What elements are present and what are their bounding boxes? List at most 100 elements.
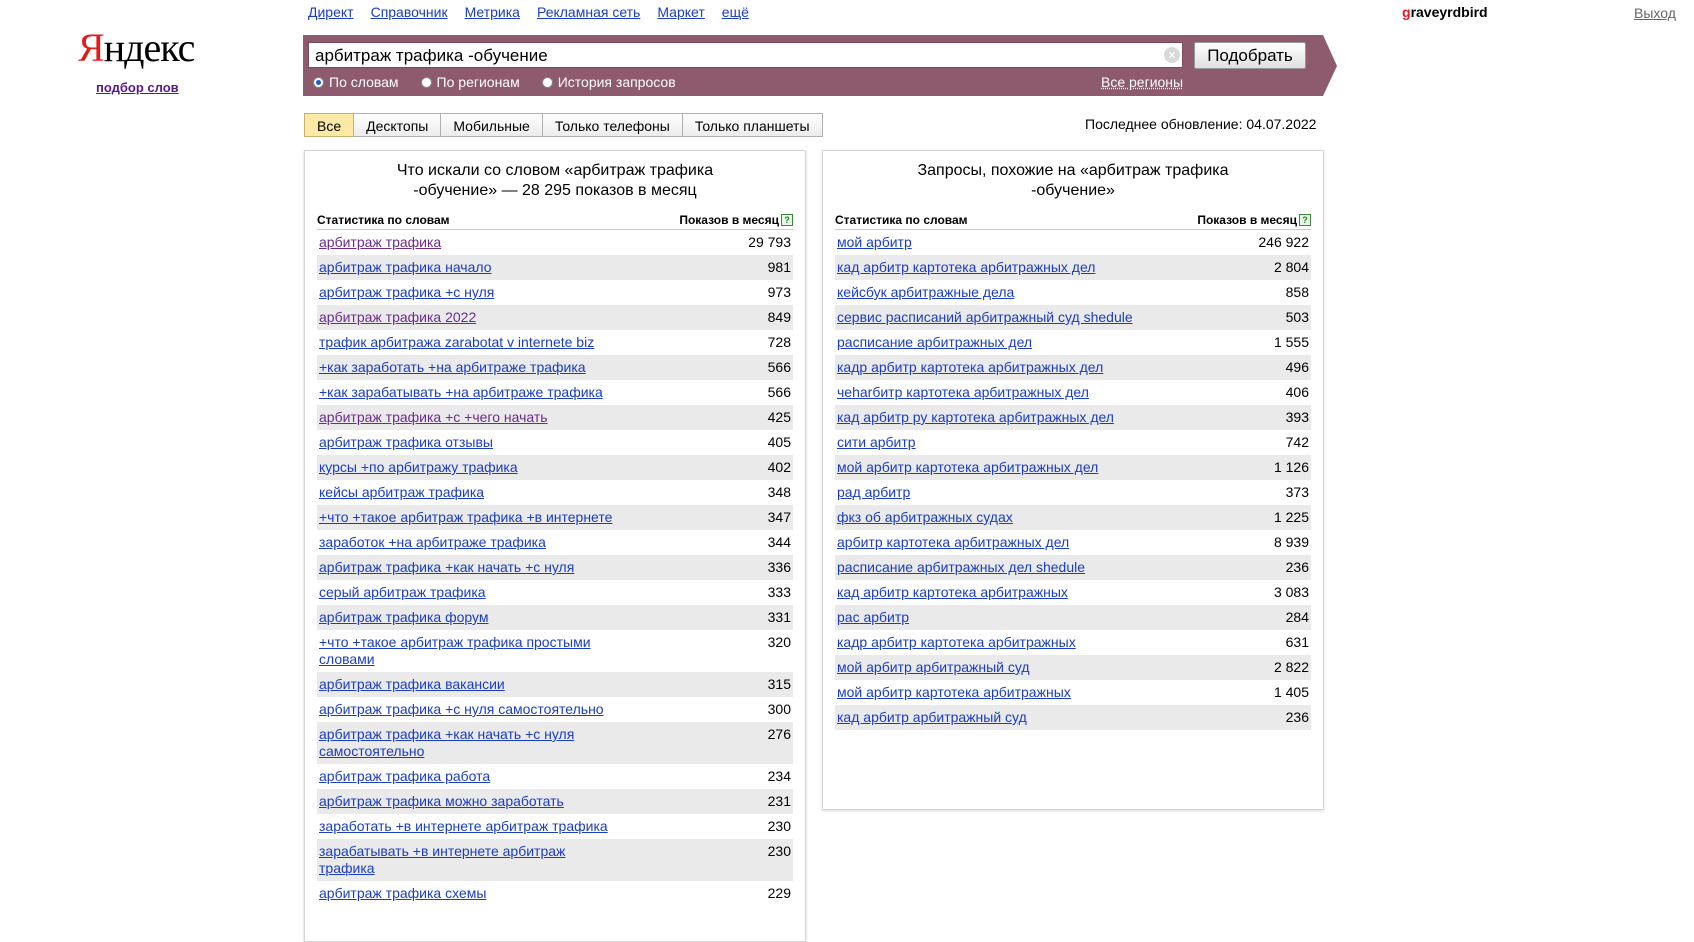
query-link[interactable]: заработать +в интернете арбитраж трафика [317,814,610,839]
clear-icon[interactable]: × [1164,47,1180,63]
search-bar-arrow [1323,35,1337,96]
radio-icon[interactable] [541,76,553,88]
query-link[interactable]: расписание арбитражных дел shedule [835,555,1087,580]
column-impressions-label: Показов в месяц [679,213,779,227]
tab-desktops[interactable]: Десктопы [354,113,442,137]
query-link[interactable]: арбитраж трафика +с нуля самостоятельно [317,697,606,722]
radio-by-words[interactable]: По словам [313,74,399,90]
radio-icon[interactable] [313,76,324,88]
table-row: кейсбук арбитражные дела 858 [835,280,1311,305]
nav-ad-network[interactable]: Рекламная сеть [537,4,640,20]
impressions-count: 1 555 [1273,334,1309,350]
query-link[interactable]: мой арбитр [835,230,914,255]
query-link[interactable]: +что +такое арбитраж трафика +в интернет… [317,505,614,530]
column-stats-label: Статистика по словам [317,213,450,227]
nav-help[interactable]: Справочник [371,4,448,20]
query-link[interactable]: +что +такое арбитраж трафика простыми сл… [317,630,621,672]
impressions-count: 973 [767,284,791,300]
query-link[interactable]: арбитраж трафика +как начать +с нуля сам… [317,722,621,764]
query-link[interactable]: арбитраж трафика [317,230,443,255]
user-name[interactable]: graveyrdbird [1402,4,1488,20]
query-link[interactable]: арбитраж трафика отзывы [317,430,495,455]
tab-phones-only[interactable]: Только телефоны [542,113,683,137]
impressions-count: 276 [767,726,791,742]
logout-link[interactable]: Выход [1634,5,1676,21]
all-regions-link[interactable]: Все регионы [1101,74,1183,90]
query-link[interactable]: арбитраж трафика начало [317,255,493,280]
query-link[interactable]: +как заработать +на арбитраже трафика [317,355,588,380]
impressions-count: 234 [767,768,791,784]
search-input[interactable]: арбитраж трафика -обучение [308,42,1183,68]
radio-by-regions[interactable]: По регионам [420,74,520,90]
query-link[interactable]: сервис расписаний арбитражный суд shedul… [835,305,1135,330]
query-link[interactable]: чеharбитр картотека арбитражных дел [835,380,1091,405]
query-link[interactable]: арбитраж трафика можно заработать [317,789,566,814]
impressions-count: 8 939 [1273,534,1309,550]
query-link[interactable]: курсы +по арбитражу трафика [317,455,520,480]
table-row: заработок +на арбитраже трафика 344 [317,530,793,555]
query-link[interactable]: +как зарабатывать +на арбитраже трафика [317,380,605,405]
device-tabs: Все Десктопы Мобильные Только телефоны Т… [304,113,823,137]
query-link[interactable]: арбитраж трафика работа [317,764,492,789]
impressions-count: 315 [767,676,791,692]
query-link[interactable]: кейсы арбитраж трафика [317,480,486,505]
impressions-count: 230 [767,843,791,859]
query-link[interactable]: арбитраж трафика форум [317,605,490,630]
query-link[interactable]: кад арбитр арбитражный суд [835,705,1029,730]
query-link[interactable]: кейсбук арбитражные дела [835,280,1016,305]
radio-history[interactable]: История запросов [541,74,676,90]
query-link[interactable]: сити арбитр [835,430,918,455]
query-link[interactable]: кад арбитр картотека арбитражных дел [835,255,1097,280]
query-link[interactable]: заработок +на арбитраже трафика [317,530,548,555]
impressions-count: 425 [767,409,791,425]
column-impressions: Показов в месяц? [1197,213,1311,227]
nav-direct[interactable]: Директ [308,4,354,20]
table-row: +как зарабатывать +на арбитраже трафика 5… [317,380,793,405]
nav-metrika[interactable]: Метрика [465,4,520,20]
query-link[interactable]: мой арбитр картотека арбитражных [835,680,1073,705]
query-link[interactable]: арбитраж трафика +как начать +с нуля [317,555,576,580]
query-link[interactable]: кад арбитр ру картотека арбитражных дел [835,405,1116,430]
nav-market[interactable]: Маркет [657,4,704,20]
query-link[interactable]: арбитраж трафика схемы [317,881,488,906]
column-impressions: Показов в месяц? [679,213,793,227]
yandex-logo[interactable]: Яндекс [78,28,195,68]
query-link[interactable]: кад арбитр картотека арбитражных [835,580,1070,605]
tab-tablets-only[interactable]: Только планшеты [682,113,823,137]
query-link[interactable]: арбитраж трафика +с +чего начать [317,405,550,430]
impressions-count: 236 [1285,709,1309,725]
query-link[interactable]: рас арбитр [835,605,911,630]
query-link[interactable]: кадр арбитр картотека арбитражных дел [835,355,1105,380]
table-row: зарабатывать +в интернете арбитраж трафи… [317,839,793,881]
query-link[interactable]: серый арбитраж трафика [317,580,488,605]
impressions-count: 300 [767,701,791,717]
impressions-count: 858 [1285,284,1309,300]
user-first-letter: g [1402,4,1411,20]
query-link[interactable]: арбитраж трафика +с нуля [317,280,496,305]
query-link[interactable]: арбитраж трафика 2022 [317,305,478,330]
query-link[interactable]: фкз об арбитражных судах [835,505,1015,530]
nav-more[interactable]: ещё [722,4,749,20]
table-row: кад арбитр картотека арбитражных дел 2 80… [835,255,1311,280]
query-link[interactable]: мой арбитр арбитражный суд [835,655,1032,680]
query-link[interactable]: мой арбитр картотека арбитражных дел [835,455,1100,480]
impressions-count: 566 [767,359,791,375]
help-icon[interactable]: ? [1299,214,1311,226]
radio-icon[interactable] [420,76,432,88]
query-link[interactable]: кадр арбитр картотека арбитражных [835,630,1078,655]
help-icon[interactable]: ? [781,214,793,226]
query-link[interactable]: арбитр картотека арбитражных дел [835,530,1071,555]
query-link[interactable]: зарабатывать +в интернете арбитраж трафи… [317,839,621,881]
table-row: арбитраж трафика +с +чего начать 425 [317,405,793,430]
query-link[interactable]: рад арбитр [835,480,912,505]
query-link[interactable]: арбитраж трафика вакансии [317,672,507,697]
wordstat-link[interactable]: подбор слов [96,80,179,95]
tab-all[interactable]: Все [304,113,355,137]
query-link[interactable]: расписание арбитражных дел [835,330,1034,355]
table-row: курсы +по арбитражу трафика 402 [317,455,793,480]
query-link[interactable]: трафик арбитража zarabotat v internete b… [317,330,596,355]
table-row: заработать +в интернете арбитраж трафика… [317,814,793,839]
tab-mobile[interactable]: Мобильные [441,113,543,137]
find-button[interactable]: Подобрать [1194,42,1306,69]
table-row: фкз об арбитражных судах 1 225 [835,505,1311,530]
